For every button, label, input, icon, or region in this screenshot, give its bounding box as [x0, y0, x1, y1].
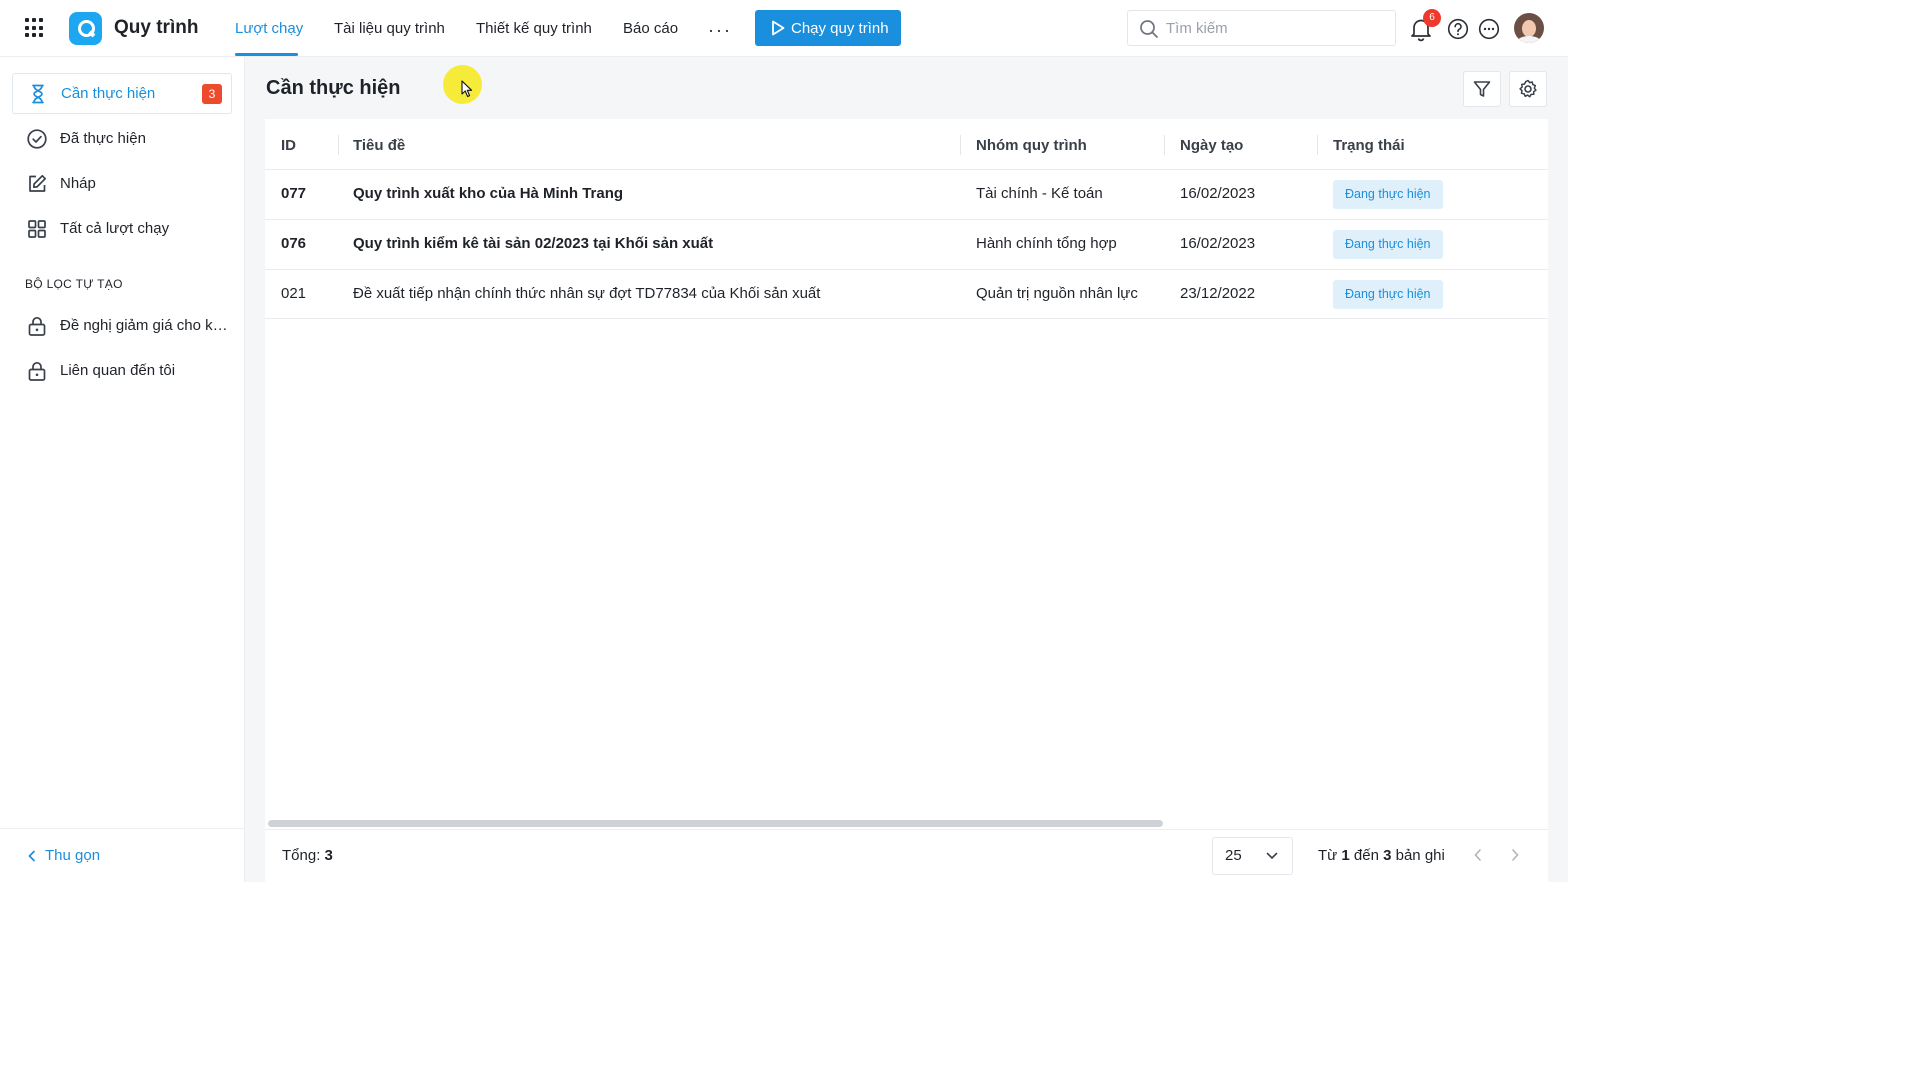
search-input[interactable]: [1166, 11, 1386, 45]
chevron-left-icon: [28, 850, 35, 861]
column-divider: [338, 135, 339, 155]
cell-group: Tài chính - Kế toán: [976, 185, 1103, 202]
more-tabs-button[interactable]: ···: [708, 20, 732, 41]
active-tab-indicator: [235, 53, 298, 56]
run-process-button[interactable]: Chạy quy trình: [755, 10, 901, 46]
hourglass-icon: [32, 84, 44, 103]
total-value: 3: [324, 847, 333, 864]
page-size-value: 25: [1225, 847, 1242, 864]
column-header-created[interactable]: Ngày tạo: [1180, 137, 1243, 154]
sidebar-filter-de-nghi-giam-gia[interactable]: Đề nghị giảm giá cho khá...: [12, 305, 232, 346]
column-divider: [960, 135, 961, 155]
runs-table: ID Tiêu đề Nhóm quy trình Ngày tạo Trạng…: [265, 119, 1548, 829]
sidebar-item-label: Tất cả lượt chạy: [60, 220, 170, 237]
mouse-cursor-icon: [461, 80, 473, 98]
cell-group: Hành chính tổng hợp: [976, 235, 1117, 252]
table-row[interactable]: 021 Đề xuất tiếp nhận chính thức nhân sự…: [265, 269, 1548, 319]
tab-bao-cao[interactable]: Báo cáo: [623, 20, 678, 37]
cell-id: 076: [281, 235, 307, 252]
edit-icon: [29, 174, 47, 192]
column-header-id[interactable]: ID: [281, 137, 296, 154]
app-title: Quy trình: [114, 17, 199, 38]
column-divider: [1317, 135, 1318, 155]
table-row[interactable]: 077 Quy trình xuất kho của Hà Minh Trang…: [265, 169, 1548, 219]
column-divider: [1164, 135, 1165, 155]
collapse-label: Thu gọn: [45, 847, 101, 864]
column-header-group[interactable]: Nhóm quy trình: [976, 137, 1087, 154]
count-badge: 3: [202, 84, 222, 104]
range-to: 3: [1383, 847, 1392, 864]
grid-icon: [28, 219, 46, 238]
gear-icon: [1519, 79, 1537, 98]
record-range: Từ 1 đến 3 bản ghi: [1318, 847, 1445, 864]
lock-icon: [28, 316, 46, 336]
range-suffix: bản ghi: [1395, 847, 1445, 864]
app-logo: [69, 12, 102, 45]
horizontal-scrollbar[interactable]: [268, 820, 1163, 827]
sidebar-item-can-thuc-hien[interactable]: Cần thực hiện 3: [12, 73, 232, 114]
sidebar-item-label: Đã thực hiện: [60, 130, 146, 147]
total-label: Tổng:: [282, 847, 321, 864]
sidebar-filter-label: Liên quan đến tôi: [60, 362, 176, 379]
status-badge: Đang thực hiện: [1333, 230, 1443, 259]
range-to-label: đến: [1353, 847, 1379, 864]
cell-title[interactable]: Đề xuất tiếp nhận chính thức nhân sự đợt…: [353, 285, 820, 302]
tab-thiet-ke-quy-trinh[interactable]: Thiết kế quy trình: [476, 20, 592, 37]
collapse-sidebar-button[interactable]: Thu gọn: [27, 847, 100, 864]
apps-grid-icon[interactable]: [25, 18, 45, 38]
play-icon: [772, 20, 785, 36]
search-icon: [1140, 20, 1158, 38]
cell-group: Quản trị nguồn nhân lực: [976, 285, 1138, 302]
tab-tai-lieu-quy-trinh[interactable]: Tài liệu quy trình: [334, 20, 445, 37]
cell-id: 021: [281, 285, 307, 302]
page-size-select[interactable]: 25: [1212, 837, 1293, 875]
tab-luot-chay[interactable]: Lượt chạy: [235, 20, 303, 37]
top-bar: Quy trình Lượt chạy Tài liệu quy trình T…: [0, 0, 1568, 57]
run-process-label: Chạy quy trình: [791, 19, 889, 37]
notification-badge: 6: [1423, 9, 1441, 27]
settings-button[interactable]: [1509, 71, 1547, 107]
total-count: Tổng: 3: [282, 847, 333, 864]
chevron-down-icon: [1266, 852, 1278, 860]
range-from-label: Từ: [1318, 847, 1338, 864]
custom-filters-heading: BỘ LỌC TỰ TẠO: [25, 277, 123, 291]
range-from: 1: [1341, 847, 1350, 864]
previous-page-icon[interactable]: [1473, 848, 1483, 862]
cell-created: 16/02/2023: [1180, 235, 1256, 252]
sidebar: Cần thực hiện 3 Đã thực hiện Nháp Tất cả…: [0, 57, 245, 882]
sidebar-item-label: Nháp: [60, 175, 96, 192]
sidebar-filter-lien-quan-den-toi[interactable]: Liên quan đến tôi: [12, 350, 232, 391]
page-title: Cần thực hiện: [266, 77, 401, 99]
cell-created: 23/12/2022: [1180, 285, 1256, 302]
table-footer: Tổng: 3 25 Từ 1 đến 3 bản ghi: [265, 829, 1548, 882]
sidebar-footer-divider: [0, 828, 244, 829]
sidebar-item-label: Cần thực hiện: [61, 85, 156, 102]
status-badge: Đang thực hiện: [1333, 280, 1443, 309]
sidebar-item-da-thuc-hien[interactable]: Đã thực hiện: [12, 118, 232, 159]
column-header-title[interactable]: Tiêu đề: [353, 137, 405, 154]
chat-icon[interactable]: [1478, 18, 1500, 40]
filter-icon: [1473, 81, 1491, 97]
sidebar-item-tat-ca-luot-chay[interactable]: Tất cả lượt chạy: [12, 208, 232, 249]
filter-button[interactable]: [1463, 71, 1501, 107]
help-icon[interactable]: [1447, 18, 1469, 40]
sidebar-item-nhap[interactable]: Nháp: [12, 163, 232, 204]
cell-title[interactable]: Quy trình kiểm kê tài sản 02/2023 tại Kh…: [353, 235, 713, 252]
search-box[interactable]: [1127, 10, 1396, 46]
user-avatar[interactable]: [1514, 13, 1544, 43]
cell-created: 16/02/2023: [1180, 185, 1256, 202]
cell-title[interactable]: Quy trình xuất kho của Hà Minh Trang: [353, 185, 623, 202]
check-circle-icon: [27, 128, 47, 149]
sidebar-filter-label: Đề nghị giảm giá cho khá...: [60, 317, 232, 334]
status-badge: Đang thực hiện: [1333, 180, 1443, 209]
lock-icon: [28, 361, 46, 381]
table-row[interactable]: 076 Quy trình kiểm kê tài sản 02/2023 tạ…: [265, 219, 1548, 269]
next-page-icon[interactable]: [1510, 848, 1520, 862]
main-content: Cần thực hiện ID Tiêu đề Nhóm quy trình …: [245, 57, 1568, 882]
column-header-status[interactable]: Trạng thái: [1333, 137, 1405, 154]
cell-id: 077: [281, 185, 307, 202]
